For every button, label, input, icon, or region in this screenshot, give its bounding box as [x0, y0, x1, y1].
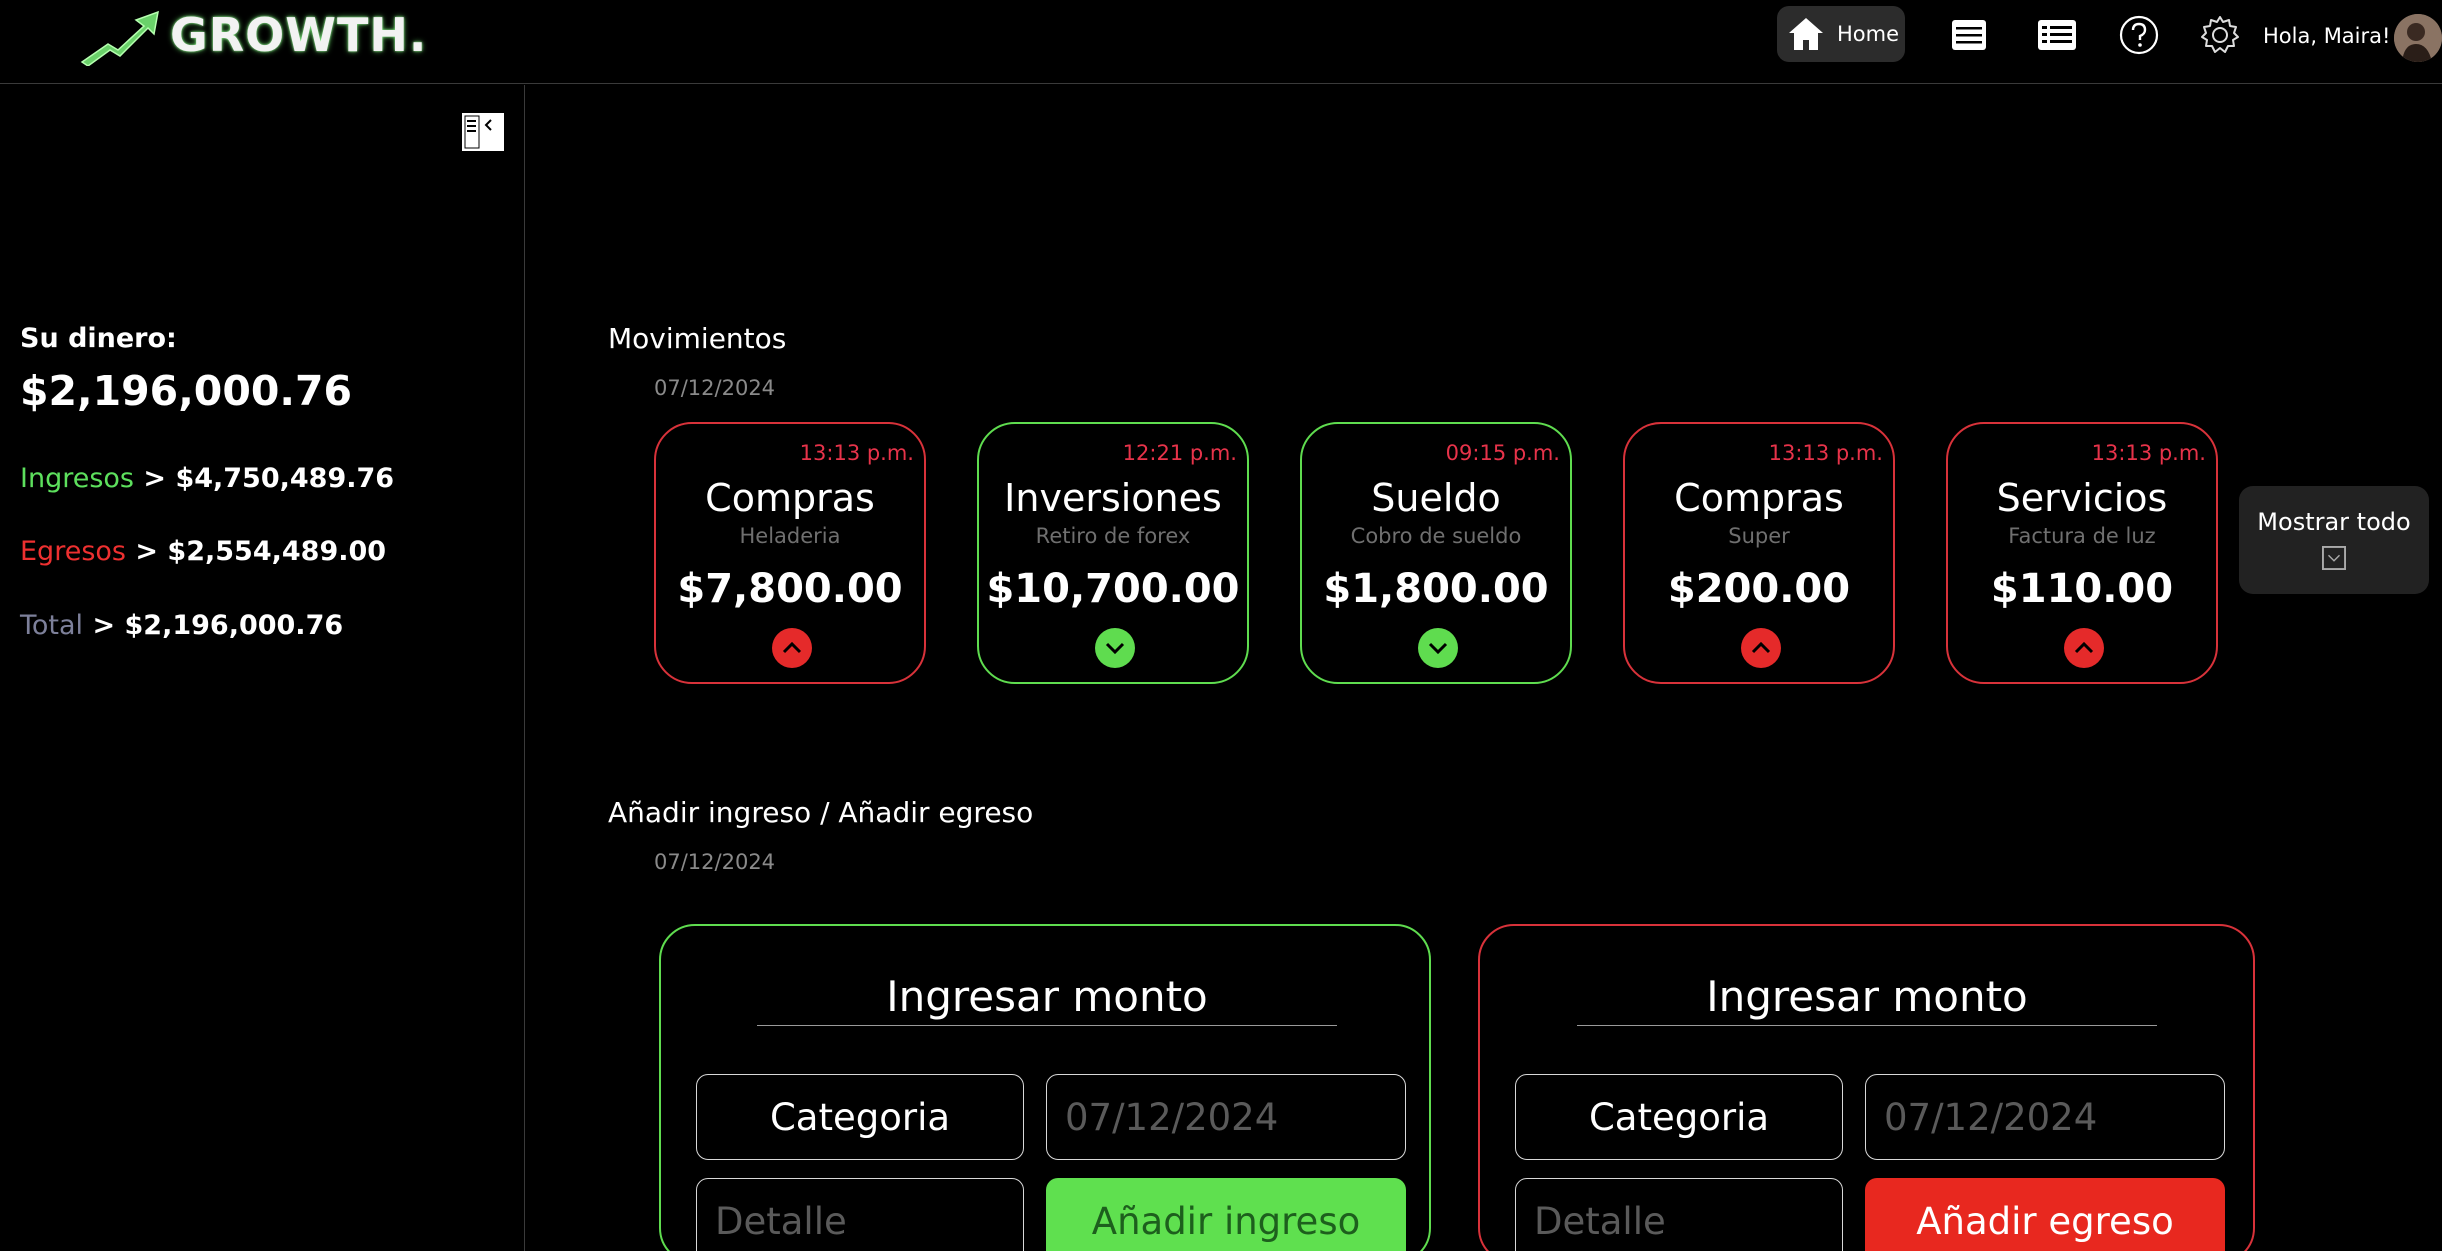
income-date-input[interactable] — [1046, 1074, 1406, 1160]
show-all-label: Mostrar todo — [2257, 508, 2411, 536]
total-value: $2,196,000.76 — [124, 610, 344, 641]
expense-amount-input[interactable] — [1577, 968, 2157, 1026]
show-all-button[interactable]: Mostrar todo — [2239, 486, 2429, 594]
avatar[interactable] — [2394, 14, 2442, 62]
income-form: Categoria Añadir ingreso — [659, 924, 1431, 1251]
total-stat: Total > $2,196,000.76 — [20, 610, 343, 641]
movement-category: Servicios — [1996, 476, 2168, 520]
movements-date: 07/12/2024 — [654, 376, 776, 400]
brand-logo[interactable]: GROWTH. — [78, 4, 427, 66]
add-date: 07/12/2024 — [654, 850, 776, 874]
movement-category: Compras — [1674, 476, 1844, 520]
movement-detail: Factura de luz — [2008, 524, 2156, 548]
movement-card[interactable]: 13:13 p.m. Compras Super $200.00 — [1623, 422, 1895, 684]
income-category-select[interactable]: Categoria — [696, 1074, 1024, 1160]
income-detail-input[interactable] — [696, 1178, 1024, 1251]
money-value: $2,196,000.76 — [20, 367, 353, 415]
movements-title: Movimientos — [608, 322, 787, 355]
stat-separator: > — [83, 610, 125, 641]
home-icon — [1789, 18, 1823, 50]
chevron-up-icon — [1741, 628, 1781, 668]
user-greeting: Hola, Maira! — [2263, 24, 2391, 48]
movement-time: 12:21 p.m. — [1122, 441, 1237, 465]
add-income-button[interactable]: Añadir ingreso — [1046, 1178, 1406, 1251]
expense-stat: Egresos > $2,554,489.00 — [20, 536, 386, 567]
income-stat: Ingresos > $4,750,489.76 — [20, 463, 394, 494]
growth-arrow-icon — [80, 10, 159, 66]
movement-card[interactable]: 13:13 p.m. Compras Heladeria $7,800.00 — [654, 422, 926, 684]
brand-name: GROWTH. — [170, 8, 428, 62]
settings-icon[interactable] — [2199, 14, 2241, 56]
movement-amount: $10,700.00 — [986, 566, 1240, 612]
expense-category-select[interactable]: Categoria — [1515, 1074, 1843, 1160]
collapse-sidebar-icon[interactable] — [461, 112, 505, 152]
movement-category: Inversiones — [1004, 476, 1222, 520]
money-label: Su dinero: — [20, 323, 177, 354]
movement-detail: Super — [1728, 524, 1790, 548]
help-icon[interactable] — [2118, 14, 2160, 56]
top-bar: GROWTH. Home Hola, Maira! — [0, 0, 2442, 84]
expense-date-input[interactable] — [1865, 1074, 2225, 1160]
chevron-down-icon — [1418, 628, 1458, 668]
list-icon[interactable] — [1948, 14, 1990, 56]
movement-amount: $7,800.00 — [677, 566, 903, 612]
chevron-down-icon — [1095, 628, 1135, 668]
add-expense-button[interactable]: Añadir egreso — [1865, 1178, 2225, 1251]
income-amount-input[interactable] — [757, 968, 1337, 1026]
movement-detail: Retiro de forex — [1035, 524, 1191, 548]
movement-category: Compras — [705, 476, 875, 520]
movement-detail: Heladeria — [739, 524, 841, 548]
stat-separator: > — [134, 463, 176, 494]
ledger-icon[interactable] — [2036, 14, 2078, 56]
add-title: Añadir ingreso / Añadir egreso — [608, 796, 1034, 829]
home-label: Home — [1837, 22, 1900, 46]
expense-label: Egresos — [20, 536, 126, 567]
movement-amount: $1,800.00 — [1323, 566, 1549, 612]
movement-card[interactable]: 13:13 p.m. Servicios Factura de luz $110… — [1946, 422, 2218, 684]
movement-time: 09:15 p.m. — [1445, 441, 1560, 465]
movement-category: Sueldo — [1371, 476, 1501, 520]
movement-card[interactable]: 12:21 p.m. Inversiones Retiro de forex $… — [977, 422, 1249, 684]
chevron-up-icon — [2064, 628, 2104, 668]
expense-form: Categoria Añadir egreso — [1478, 924, 2255, 1251]
movement-card[interactable]: 09:15 p.m. Sueldo Cobro de sueldo $1,800… — [1300, 422, 1572, 684]
movement-detail: Cobro de sueldo — [1350, 524, 1522, 548]
user-avatar-icon — [2394, 14, 2442, 62]
movement-time: 13:13 p.m. — [799, 441, 914, 465]
expand-icon — [2322, 546, 2346, 570]
expense-value: $2,554,489.00 — [167, 536, 387, 567]
sidebar: Su dinero: $2,196,000.76 Ingresos > $4,7… — [0, 85, 525, 1251]
movement-time: 13:13 p.m. — [1768, 441, 1883, 465]
total-label: Total — [20, 610, 84, 641]
home-button[interactable]: Home — [1777, 6, 1905, 62]
movement-time: 13:13 p.m. — [2091, 441, 2206, 465]
expense-detail-input[interactable] — [1515, 1178, 1843, 1251]
stat-separator: > — [125, 536, 168, 567]
movement-amount: $200.00 — [1667, 566, 1851, 612]
income-value: $4,750,489.76 — [175, 463, 395, 494]
chevron-up-icon — [772, 628, 812, 668]
income-label: Ingresos — [20, 463, 134, 494]
movement-amount: $110.00 — [1990, 566, 2174, 612]
